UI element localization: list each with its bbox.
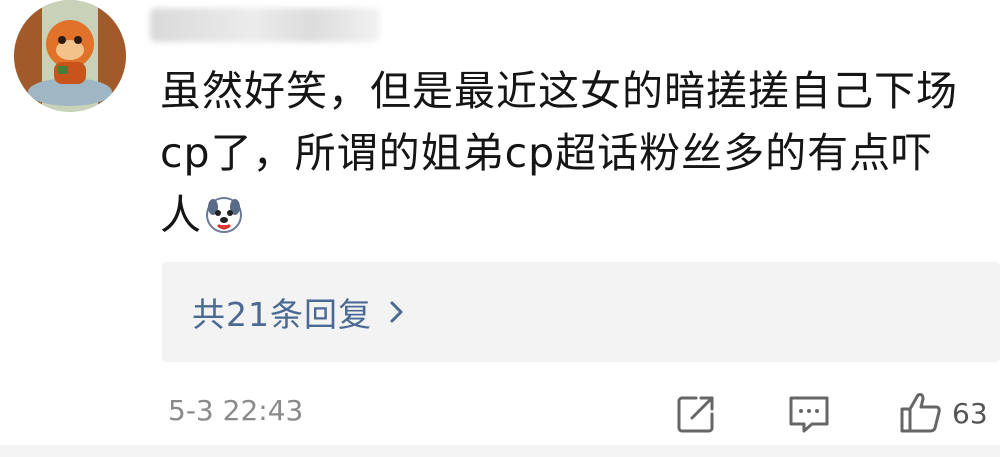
dog-face-emoji-icon [206,197,242,233]
divider [0,445,1000,457]
comment-line: 虽然好笑，但是最近这女的暗搓搓自己下场 [160,67,958,115]
comment-footer: 5-3 22:43 63 [162,384,1000,440]
replies-link[interactable]: 共21条回复 [192,288,406,336]
comment-line: 人 [160,191,202,239]
like-button[interactable]: 63 [896,388,988,438]
timestamp: 5-3 22:43 [168,394,304,427]
username-blurred[interactable] [150,8,380,42]
avatar[interactable] [14,0,126,112]
comment-line: cp了，所谓的姐弟cp超话粉丝多的有点吓 [160,129,934,177]
thumbs-up-icon [900,393,941,433]
view-replies-button[interactable]: 共21条回复 [162,262,1000,362]
comment-text: 虽然好笑，但是最近这女的暗搓搓自己下场 cp了，所谓的姐弟cp超话粉丝多的有点吓… [160,60,990,246]
comment-line-last: 人 [160,184,990,246]
comment-icon[interactable] [786,392,832,436]
cartoon-avatar-icon [14,0,126,112]
share-icon[interactable] [674,392,718,436]
comment-card: 虽然好笑，但是最近这女的暗搓搓自己下场 cp了，所谓的姐弟cp超话粉丝多的有点吓… [0,0,1000,457]
like-count: 63 [952,396,988,430]
chevron-right-icon [390,301,403,323]
replies-label: 共21条回复 [192,295,372,334]
